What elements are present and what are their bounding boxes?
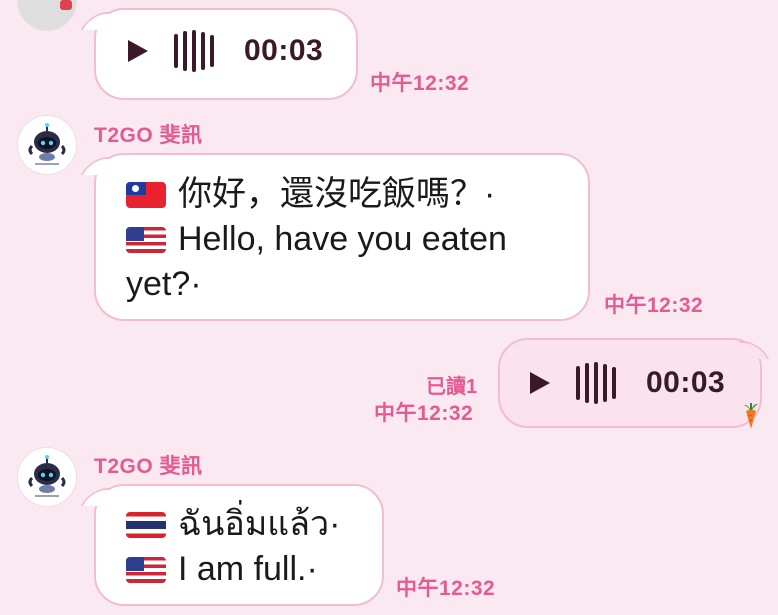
message-line: 你好，還沒吃飯嗎？· [126,172,576,217]
carrot-sticker-icon [744,403,758,429]
sender-name: T2GO 斐訊 [94,124,203,147]
message-line: yet?· [126,265,202,303]
avatar[interactable] [18,116,76,174]
audio-message-bubble[interactable]: 00:03 [94,8,358,100]
read-receipt: 已讀1 [426,376,478,398]
message-time: 中午12:32 [374,402,474,425]
audio-wave-icon [174,30,214,72]
text-message-bubble[interactable]: 你好，還沒吃飯嗎？· Hello, have you eaten yet?· [94,153,590,321]
message-time: 中午12:32 [370,72,470,95]
text-message-bubble[interactable]: ฉันอิ่มแล้ว· I am full.· [94,484,384,606]
avatar[interactable] [18,448,76,506]
play-icon[interactable] [530,372,550,394]
avatar-badge-icon [60,0,72,10]
sender-name: T2GO 斐訊 [94,455,203,478]
message-line: I am full.· [126,547,376,592]
message-line: Hello, have you eaten [126,217,576,262]
play-icon[interactable] [128,40,148,62]
thailand-flag-icon [126,512,166,538]
audio-duration: 00:03 [646,366,726,399]
audio-duration: 00:03 [244,34,324,67]
taiwan-flag-icon [126,182,166,208]
message-time: 中午12:32 [396,577,496,600]
audio-wave-icon [576,362,616,404]
message-time: 中午12:32 [604,294,704,317]
us-flag-icon [126,557,166,583]
message-line: ฉันอิ่มแล้ว· [126,502,376,547]
audio-message-bubble[interactable]: 00:03 [498,338,762,428]
robot-avatar-icon [18,448,76,506]
us-flag-icon [126,227,166,253]
robot-avatar-icon [18,116,76,174]
